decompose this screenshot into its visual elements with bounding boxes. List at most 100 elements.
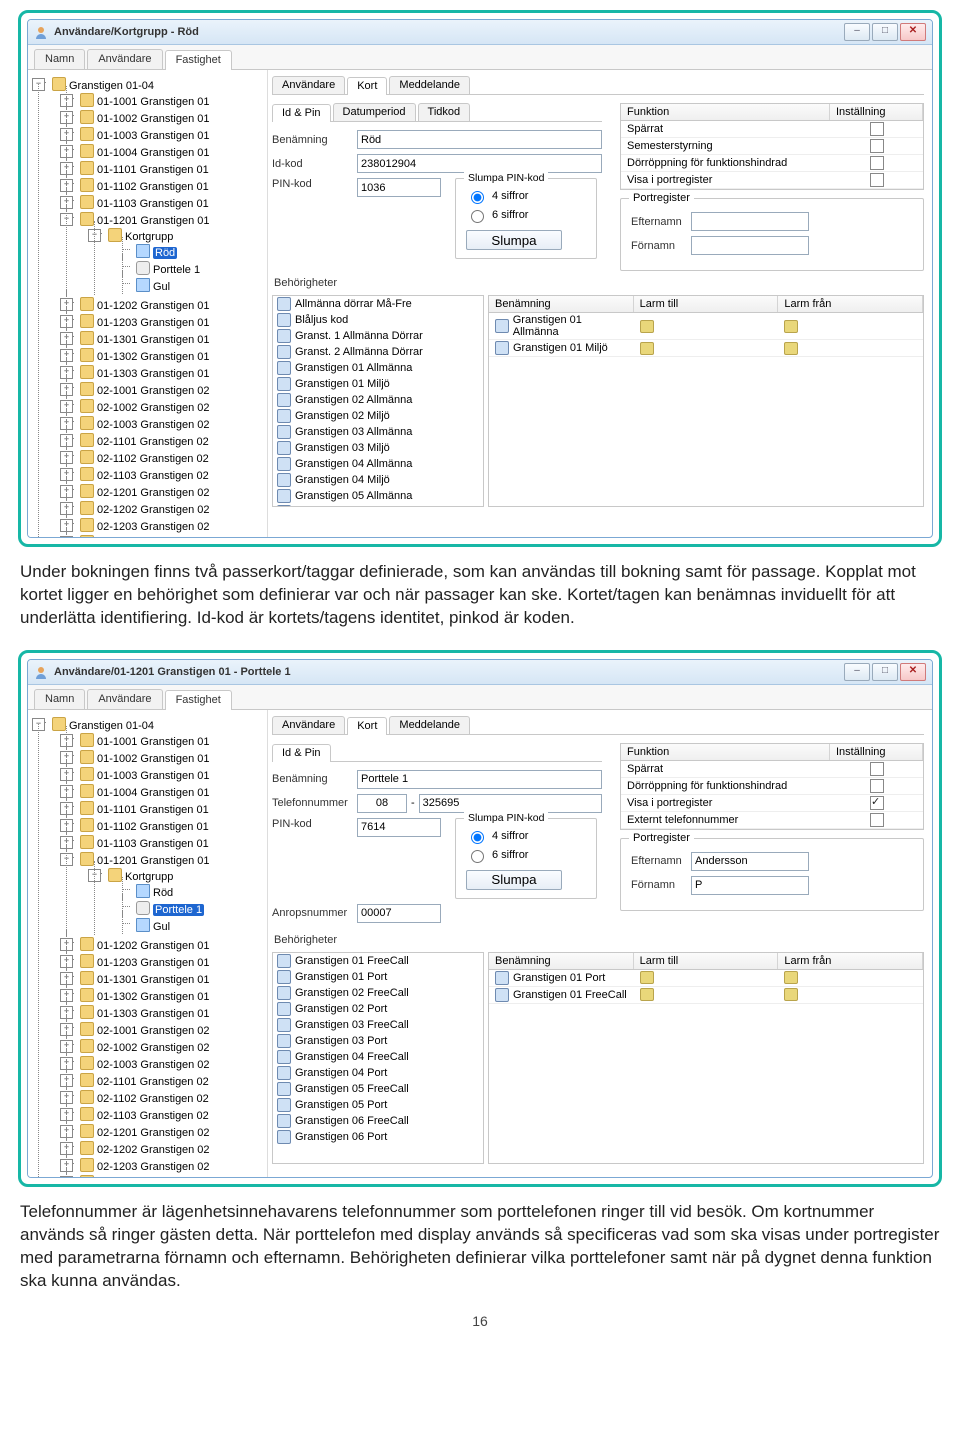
alarm-icon[interactable] <box>640 320 654 333</box>
subtab-anvandare[interactable]: Användare <box>272 716 345 734</box>
radio-6-digits[interactable] <box>471 210 484 223</box>
list-item[interactable]: Blåljus kod <box>273 312 483 328</box>
tree-item[interactable]: +01-1202 Granstigen 01 <box>66 936 263 953</box>
tree-item[interactable]: +01-1103 Granstigen 01 <box>66 194 263 211</box>
tree-item[interactable]: Gul <box>122 917 263 934</box>
tree-item[interactable]: +02-1203 Granstigen 02 <box>66 517 263 534</box>
checkbox[interactable] <box>870 139 884 153</box>
tree-item[interactable]: +01-1002 Granstigen 01 <box>66 749 263 766</box>
checkbox[interactable] <box>870 156 884 170</box>
list-item[interactable]: Granstigen 01 Miljö <box>273 376 483 392</box>
close-button[interactable]: ✕ <box>900 663 926 681</box>
tree-item[interactable]: Röd <box>122 883 263 900</box>
list-item[interactable]: Granstigen 03 Port <box>273 1033 483 1049</box>
tree-item[interactable]: +02-1201 Granstigen 02 <box>66 483 263 500</box>
tree-item[interactable]: +02-1202 Granstigen 02 <box>66 1140 263 1157</box>
anrop-input[interactable] <box>357 904 441 923</box>
pinkod-input[interactable] <box>357 178 441 197</box>
tree-item[interactable]: +01-1001 Granstigen 01 <box>66 732 263 749</box>
alarm-icon[interactable] <box>784 320 798 333</box>
tree-item[interactable]: +01-1301 Granstigen 01 <box>66 970 263 987</box>
list-item[interactable]: Granstigen 02 Miljö <box>273 408 483 424</box>
maximize-button[interactable]: □ <box>872 23 898 41</box>
list-item[interactable]: Granstigen 01 Allmänna <box>273 360 483 376</box>
list-item[interactable]: Granstigen 02 Port <box>273 1001 483 1017</box>
tree-item[interactable]: +01-1302 Granstigen 01 <box>66 987 263 1004</box>
tab-namn[interactable]: Namn <box>34 689 85 709</box>
radio-4-digits[interactable] <box>471 831 484 844</box>
maximize-button[interactable]: □ <box>872 663 898 681</box>
efternamn-input[interactable] <box>691 852 809 871</box>
tree-item[interactable]: +02-1002 Granstigen 02 <box>66 1038 263 1055</box>
checkbox[interactable] <box>870 122 884 136</box>
tree-item[interactable]: +02-1102 Granstigen 02 <box>66 1089 263 1106</box>
checkbox[interactable] <box>870 796 884 810</box>
subtab-datumperiod[interactable]: Datumperiod <box>333 103 416 121</box>
tree-item[interactable]: +01-1301 Granstigen 01 <box>66 330 263 347</box>
tree-item[interactable]: +02-1101 Granstigen 02 <box>66 432 263 449</box>
tree-item[interactable]: +02-1103 Granstigen 02 <box>66 1106 263 1123</box>
tree-item[interactable]: +01-1303 Granstigen 01 <box>66 364 263 381</box>
checkbox[interactable] <box>870 173 884 187</box>
list-item[interactable]: Granstigen 06 FreeCall <box>273 1113 483 1129</box>
subtab-anvandare[interactable]: Användare <box>272 76 345 94</box>
tree-item[interactable]: +01-1303 Granstigen 01 <box>66 1004 263 1021</box>
alarm-icon[interactable] <box>784 988 798 1001</box>
tab-anvandare[interactable]: Användare <box>87 689 162 709</box>
tree-item[interactable]: +02-1001 Granstigen 02 <box>66 1021 263 1038</box>
tel-prefix-input[interactable] <box>357 794 407 813</box>
radio-6-digits[interactable] <box>471 850 484 863</box>
alarm-icon[interactable] <box>640 342 654 355</box>
tab-namn[interactable]: Namn <box>34 49 85 69</box>
tab-fastighet[interactable]: Fastighet <box>165 690 232 710</box>
list-item[interactable]: Granstigen 01 Port <box>273 969 483 985</box>
list-item[interactable]: Granstigen 04 FreeCall <box>273 1049 483 1065</box>
alarm-icon[interactable] <box>784 971 798 984</box>
tree-item[interactable]: +01-1002 Granstigen 01 <box>66 109 263 126</box>
tree-item[interactable]: +01-1102 Granstigen 01 <box>66 177 263 194</box>
slumpa-button[interactable]: Slumpa <box>466 870 562 890</box>
tree-item[interactable]: +02-1103 Granstigen 02 <box>66 466 263 483</box>
tree-item[interactable]: +02-1001 Granstigen 02 <box>66 381 263 398</box>
efternamn-input[interactable] <box>691 212 809 231</box>
alarm-icon[interactable] <box>640 971 654 984</box>
tree-item[interactable]: +02-1203 Granstigen 02 <box>66 1157 263 1174</box>
benamning-input[interactable] <box>357 130 602 149</box>
tree-item[interactable]: Röd <box>122 243 263 260</box>
list-item[interactable]: Granstigen 02 FreeCall <box>273 985 483 1001</box>
list-item[interactable]: Granstigen 01 FreeCall <box>273 953 483 969</box>
tree-item[interactable]: +01-1203 Granstigen 01 <box>66 313 263 330</box>
tree-view[interactable]: −Granstigen 01-04+01-1001 Granstigen 01+… <box>38 76 263 537</box>
tree-item[interactable]: Porttele 1 <box>122 260 263 277</box>
list-item[interactable]: Granstigen 04 Miljö <box>273 472 483 488</box>
list-item[interactable]: Granst. 2 Allmänna Dörrar <box>273 344 483 360</box>
tree-view[interactable]: −Granstigen 01-04+01-1001 Granstigen 01+… <box>38 716 263 1177</box>
tree-item[interactable]: Gul <box>122 277 263 294</box>
permissions-list[interactable]: Allmänna dörrar Må-FreBlåljus kodGranst.… <box>272 295 484 507</box>
tree-item[interactable]: +01-1203 Granstigen 01 <box>66 953 263 970</box>
tree-item[interactable]: +02-1301 Granstigen 02 <box>66 534 263 537</box>
tree-item[interactable]: +02-1003 Granstigen 02 <box>66 415 263 432</box>
benamning-input[interactable] <box>357 770 602 789</box>
subtab-tidkod[interactable]: Tidkod <box>418 103 471 121</box>
tree-item[interactable]: −01-1201 Granstigen 01−KortgruppRödPortt… <box>66 851 263 936</box>
tree-item[interactable]: +01-1004 Granstigen 01 <box>66 143 263 160</box>
fornamn-input[interactable] <box>691 236 809 255</box>
subtab-meddelande[interactable]: Meddelande <box>389 716 470 734</box>
tree-item[interactable]: +01-1103 Granstigen 01 <box>66 834 263 851</box>
tree-item[interactable]: −01-1201 Granstigen 01−KortgruppRödPortt… <box>66 211 263 296</box>
list-item[interactable]: Granstigen 03 Allmänna <box>273 424 483 440</box>
subtab-meddelande[interactable]: Meddelande <box>389 76 470 94</box>
tree-item[interactable]: +02-1101 Granstigen 02 <box>66 1072 263 1089</box>
subtab-kort[interactable]: Kort <box>347 717 387 735</box>
tree-item[interactable]: +01-1202 Granstigen 01 <box>66 296 263 313</box>
tree-item[interactable]: +02-1002 Granstigen 02 <box>66 398 263 415</box>
radio-4-digits[interactable] <box>471 191 484 204</box>
tree-item[interactable]: +02-1202 Granstigen 02 <box>66 500 263 517</box>
list-item[interactable]: Granstigen 04 Port <box>273 1065 483 1081</box>
list-item[interactable]: Granstigen 03 FreeCall <box>273 1017 483 1033</box>
list-item[interactable]: Granstigen 05 Port <box>273 1097 483 1113</box>
subtab-idpin[interactable]: Id & Pin <box>272 744 331 762</box>
tree-item[interactable]: +01-1102 Granstigen 01 <box>66 817 263 834</box>
tree-item[interactable]: +02-1201 Granstigen 02 <box>66 1123 263 1140</box>
